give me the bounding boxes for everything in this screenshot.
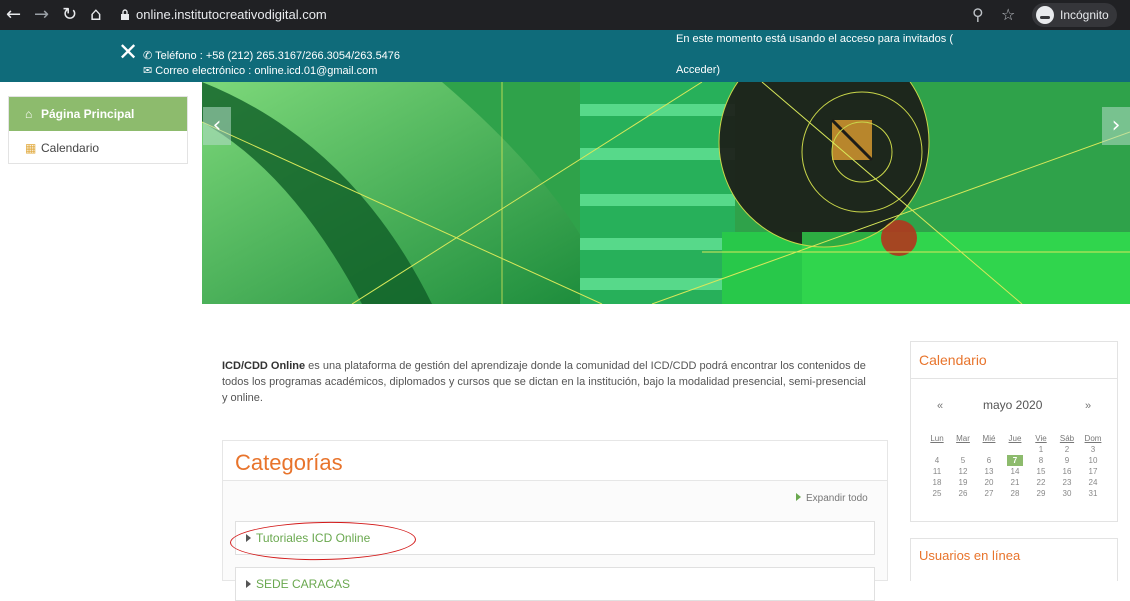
weekday-header: Vie <box>1035 434 1047 443</box>
chevron-left-icon: ‹ <box>212 113 222 138</box>
calendar-prev-button[interactable]: « <box>937 400 943 412</box>
calendar-day[interactable]: 14 <box>1002 466 1028 477</box>
calendar-day <box>924 444 950 455</box>
incognito-icon <box>1036 6 1054 24</box>
calendar-day[interactable]: 20 <box>976 477 1002 488</box>
hero-banner <box>202 82 1130 304</box>
close-icon[interactable]: ✕ <box>118 40 138 64</box>
address-bar[interactable]: online.institutocreativodigital.com <box>136 4 327 26</box>
calendar-day[interactable]: 9 <box>1054 455 1080 466</box>
calendar-day[interactable]: 7 <box>1002 455 1028 466</box>
calendar-day[interactable]: 10 <box>1080 455 1106 466</box>
back-icon[interactable]: ← <box>6 4 21 26</box>
reload-icon[interactable]: ↻ <box>62 4 77 26</box>
calendar-day[interactable]: 23 <box>1054 477 1080 488</box>
weekday-header: Mar <box>956 434 970 443</box>
calendar-day <box>1002 444 1028 455</box>
incognito-label: Incógnito <box>1060 8 1109 22</box>
calendar-day[interactable]: 31 <box>1080 488 1106 499</box>
calendar-grid: Lun Mar Mié Jue Vie Sáb Dom 1 2 3 4 5 6 7 8 9 10 11 12 13 1… <box>924 433 1106 499</box>
calendar-day[interactable]: 12 <box>950 466 976 477</box>
home-icon: ⌂ <box>25 107 33 121</box>
category-item[interactable]: SEDE CARACAS <box>235 567 875 601</box>
calendar-day[interactable]: 6 <box>976 455 1002 466</box>
forward-icon[interactable]: → <box>34 4 49 26</box>
calendar-day[interactable]: 21 <box>1002 477 1028 488</box>
online-users-block: Usuarios en línea <box>910 538 1118 581</box>
home-browser-icon[interactable]: ⌂ <box>90 4 101 26</box>
contact-email: ✉ Correo electrónico : online.icd.01@gma… <box>143 65 378 77</box>
envelope-icon: ✉ <box>143 65 153 77</box>
calendar-title: Calendario <box>919 352 987 368</box>
online-users-title: Usuarios en línea <box>919 548 1021 563</box>
calendar-month[interactable]: mayo 2020 <box>983 398 1042 412</box>
category-label[interactable]: SEDE CARACAS <box>256 577 350 591</box>
calendar-day[interactable]: 13 <box>976 466 1002 477</box>
guest-access-text: En este momento está usando el acceso pa… <box>676 33 953 45</box>
left-navigation: ⌂ Página Principal ▦ Calendario <box>8 96 188 164</box>
intro-text: ICD/CDD Online es una plataforma de gest… <box>222 360 866 404</box>
weekday-header: Jue <box>1008 434 1022 443</box>
phone-icon: ✆ <box>143 50 153 62</box>
calendar-day[interactable]: 25 <box>924 488 950 499</box>
calendar-day[interactable]: 22 <box>1028 477 1054 488</box>
nav-item-home[interactable]: ⌂ Página Principal <box>9 97 187 131</box>
calendar-day[interactable]: 19 <box>950 477 976 488</box>
caret-right-icon <box>796 493 801 501</box>
weekday-header: Mié <box>982 434 996 443</box>
calendar-day[interactable]: 2 <box>1054 444 1080 455</box>
expand-all-link[interactable]: Expandir todo <box>796 493 868 504</box>
calendar-day <box>976 444 1002 455</box>
calendar-icon: ▦ <box>25 141 37 155</box>
calendar-day[interactable]: 18 <box>924 477 950 488</box>
carousel-next-button[interactable]: › <box>1102 107 1130 145</box>
calendar-day[interactable]: 16 <box>1054 466 1080 477</box>
caret-right-icon <box>246 580 251 588</box>
weekday-header: Lun <box>930 434 944 443</box>
calendar-block: Calendario « mayo 2020 » Lun Mar Mié Jue Vie… <box>910 341 1118 522</box>
weekday-header: Dom <box>1084 434 1102 443</box>
divider <box>911 378 1117 379</box>
calendar-day[interactable]: 17 <box>1080 466 1106 477</box>
login-link[interactable]: Acceder) <box>676 64 720 76</box>
calendar-day[interactable]: 15 <box>1028 466 1054 477</box>
calendar-day[interactable]: 11 <box>924 466 950 477</box>
categories-header: Categorías <box>223 441 887 481</box>
incognito-badge[interactable]: Incógnito <box>1032 3 1117 27</box>
lock-icon <box>121 9 129 20</box>
categories-title: Categorías <box>235 450 343 475</box>
calendar-day[interactable]: 26 <box>950 488 976 499</box>
weekday-header: Sáb <box>1059 434 1075 443</box>
calendar-day[interactable]: 5 <box>950 455 976 466</box>
calendar-day[interactable]: 30 <box>1054 488 1080 499</box>
calendar-day[interactable]: 1 <box>1028 444 1054 455</box>
chevron-right-icon: › <box>1111 113 1121 138</box>
calendar-day[interactable]: 8 <box>1028 455 1054 466</box>
calendar-day[interactable]: 24 <box>1080 477 1106 488</box>
browser-toolbar: ← → ↻ ⌂ online.institutocreativodigital.… <box>0 0 1130 30</box>
carousel-prev-button[interactable]: ‹ <box>203 107 231 145</box>
calendar-day[interactable]: 27 <box>976 488 1002 499</box>
zoom-icon[interactable]: ⚲ <box>972 5 984 25</box>
star-icon[interactable]: ☆ <box>1001 5 1015 25</box>
calendar-day[interactable]: 3 <box>1080 444 1106 455</box>
contact-phone: ✆ Teléfono : +58 (212) 265.3167/266.3054… <box>143 50 401 62</box>
calendar-day <box>950 444 976 455</box>
banner-artwork <box>202 82 1130 304</box>
calendar-day[interactable]: 29 <box>1028 488 1054 499</box>
calendar-day[interactable]: 28 <box>1002 488 1028 499</box>
calendar-day[interactable]: 4 <box>924 455 950 466</box>
calendar-next-button[interactable]: » <box>1085 400 1091 412</box>
nav-item-calendar[interactable]: ▦ Calendario <box>9 131 187 165</box>
